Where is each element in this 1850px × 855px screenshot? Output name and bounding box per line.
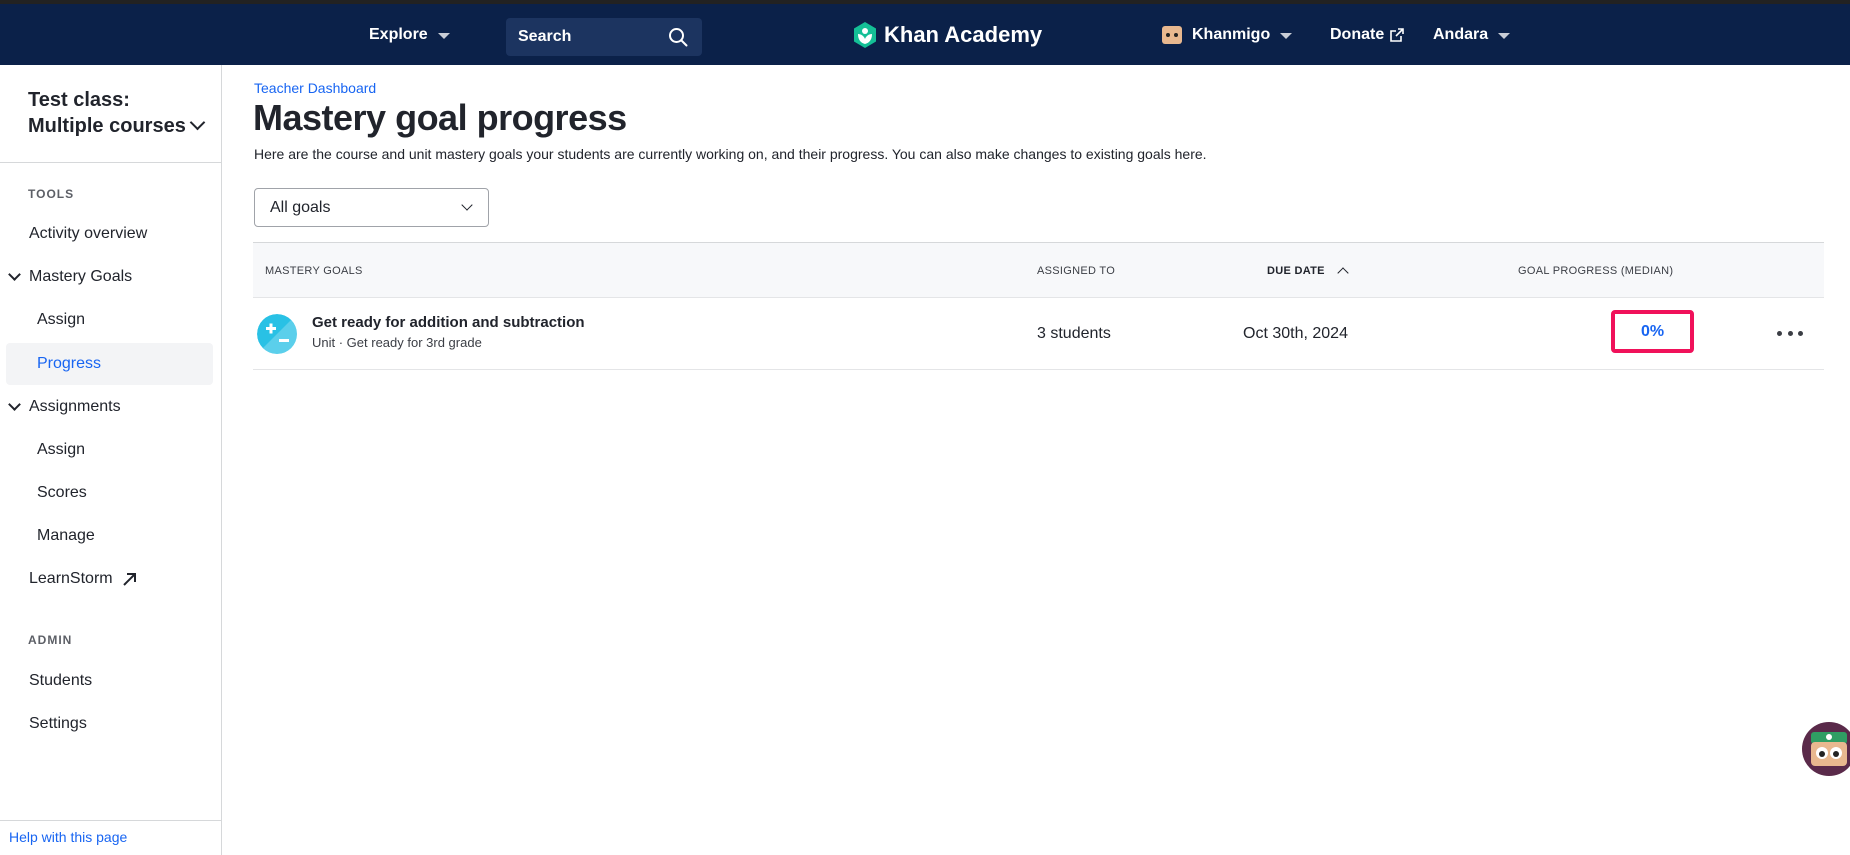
column-header-goal-progress: GOAL PROGRESS (MEDIAN) xyxy=(1518,265,1674,277)
dot-icon xyxy=(1777,330,1782,336)
top-navigation: Explore Search Khan Academy Khanmigo Don… xyxy=(0,0,1850,65)
due-date-value: Oct 30th, 2024 xyxy=(1243,325,1348,342)
sidebar-item-mastery-assign[interactable]: Assign xyxy=(0,299,221,341)
admin-section-label: ADMIN xyxy=(28,633,73,647)
goal-progress-button[interactable]: 0% xyxy=(1611,310,1694,353)
class-selector[interactable]: Test class: Multiple courses xyxy=(28,87,208,139)
caret-down-icon xyxy=(1498,32,1511,39)
mastery-goals-table: MASTERY GOALS ASSIGNED TO DUE DATE GOAL … xyxy=(253,242,1824,370)
sidebar-item-label: Assign xyxy=(37,311,86,328)
donate-link[interactable]: Donate xyxy=(1330,4,1405,65)
sidebar-item-label: Assign xyxy=(37,441,86,458)
column-header-mastery-goals: MASTERY GOALS xyxy=(265,265,363,277)
addition-subtraction-icon xyxy=(257,314,297,354)
logo-text: Khan Academy xyxy=(884,21,1043,47)
arrow-up-right-icon xyxy=(122,572,136,586)
tools-section-label: TOOLS xyxy=(28,187,75,201)
explore-label: Explore xyxy=(369,25,428,43)
sidebar-item-label: Progress xyxy=(37,355,102,372)
caret-down-icon xyxy=(437,32,450,39)
divider xyxy=(0,820,221,821)
sidebar-item-label: Students xyxy=(29,672,93,689)
khanmigo-avatar-icon xyxy=(1162,25,1182,44)
caret-down-icon xyxy=(1280,32,1293,39)
sidebar-item-settings[interactable]: Settings xyxy=(0,703,221,745)
sidebar-item-label: Mastery Goals xyxy=(29,268,133,285)
page-description: Here are the course and unit mastery goa… xyxy=(254,146,1207,162)
search-label: Search xyxy=(518,28,572,45)
sidebar-item-assignments-assign[interactable]: Assign xyxy=(0,429,221,471)
column-header-due-date[interactable]: DUE DATE xyxy=(1267,243,1349,299)
khanmigo-character-icon xyxy=(1811,732,1847,766)
search-icon xyxy=(669,28,688,47)
chevron-down-icon xyxy=(8,398,21,411)
sidebar-item-mastery-goals[interactable]: Mastery Goals xyxy=(0,256,221,298)
dot-icon xyxy=(1787,330,1793,336)
explore-menu[interactable]: Explore xyxy=(369,4,450,65)
khanmigo-label: Khanmigo xyxy=(1192,25,1271,43)
sidebar-item-label: Assignments xyxy=(29,398,121,415)
chevron-down-icon xyxy=(189,114,206,131)
sidebar-item-learnstorm[interactable]: LearnStorm xyxy=(0,558,221,600)
sidebar-item-mastery-progress[interactable]: Progress xyxy=(6,343,213,385)
class-title: Test class: Multiple courses xyxy=(28,89,186,137)
sidebar-item-label: Activity overview xyxy=(29,225,148,242)
goal-filter-value: All goals xyxy=(270,198,331,216)
sidebar-item-manage[interactable]: Manage xyxy=(0,515,221,557)
breadcrumb[interactable]: Teacher Dashboard xyxy=(254,80,376,96)
khan-leaf-icon xyxy=(854,21,876,48)
dot-icon xyxy=(1798,330,1803,336)
due-date-label: DUE DATE xyxy=(1267,265,1325,277)
help-link[interactable]: Help with this page xyxy=(9,829,127,845)
sidebar-item-label: Settings xyxy=(29,715,87,732)
goal-filter-select[interactable]: All goals xyxy=(254,188,489,227)
goal-subtitle: Unit · Get ready for 3rd grade xyxy=(312,335,482,350)
goal-progress-value: 0% xyxy=(1640,322,1665,340)
sidebar-item-label: Scores xyxy=(37,484,87,501)
search-input[interactable]: Search xyxy=(506,18,702,56)
sidebar: Test class: Multiple courses TOOLS Activ… xyxy=(0,65,222,855)
sidebar-item-assignments[interactable]: Assignments xyxy=(0,386,221,428)
table-row: Get ready for addition and subtraction U… xyxy=(253,298,1824,370)
khanmigo-menu[interactable]: Khanmigo xyxy=(1162,4,1293,65)
external-link-icon xyxy=(1390,27,1405,42)
column-header-assigned-to: ASSIGNED TO xyxy=(1037,265,1116,277)
user-label: Andara xyxy=(1433,25,1489,43)
sort-ascending-icon xyxy=(1337,267,1349,279)
sidebar-item-label: LearnStorm xyxy=(29,570,113,587)
chevron-down-icon xyxy=(461,199,473,211)
table-header: MASTERY GOALS ASSIGNED TO DUE DATE GOAL … xyxy=(253,242,1824,298)
user-menu[interactable]: Andara xyxy=(1433,4,1511,65)
sidebar-item-scores[interactable]: Scores xyxy=(0,472,221,514)
chevron-down-icon xyxy=(8,268,21,281)
more-options-button[interactable] xyxy=(1777,320,1803,346)
sidebar-item-label: Manage xyxy=(37,527,95,544)
divider xyxy=(0,162,221,163)
goal-title[interactable]: Get ready for addition and subtraction xyxy=(312,314,585,331)
khan-academy-logo[interactable]: Khan Academy xyxy=(852,4,1042,65)
donate-label: Donate xyxy=(1330,25,1385,43)
assigned-to-value: 3 students xyxy=(1037,325,1111,342)
sidebar-item-students[interactable]: Students xyxy=(0,660,221,702)
khanmigo-chat-button[interactable] xyxy=(1802,722,1850,776)
page-title: Mastery goal progress xyxy=(253,97,627,138)
sidebar-item-activity-overview[interactable]: Activity overview xyxy=(0,213,221,255)
